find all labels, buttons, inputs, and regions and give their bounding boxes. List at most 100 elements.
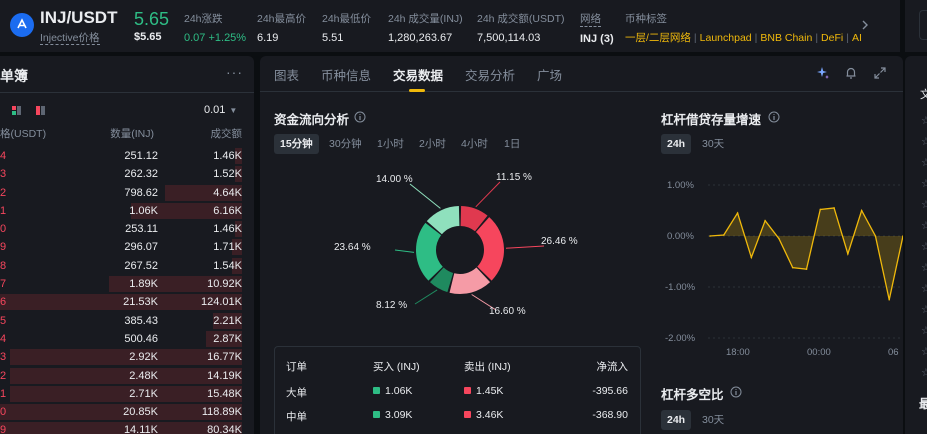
orderbook-mode-both-icon[interactable] [12,106,21,115]
stat-network[interactable]: 网络 INJ (3) [580,11,614,45]
data-point [819,208,822,211]
orderbook-row[interactable]: 8 267.52 1.54K [0,257,254,275]
orderbook-row[interactable]: 7 1.89K 10.92K [0,275,254,293]
orderbook-row[interactable]: 4 251.12 1.46K [0,147,254,165]
flow-header-buy: 买入 (INJ) [373,361,420,373]
tab-trading-data[interactable]: 交易数据 [393,65,443,84]
orderbook-header-qty: 数量(INJ) [110,128,154,140]
stat-24h-volume: 24h 成交量(INJ) 1,280,263.67 [388,13,463,44]
expand-icon[interactable] [873,66,887,80]
fund-flow-title: 资金流向分析 [274,113,350,127]
star-icon[interactable]: ☆ [921,303,927,316]
orderbook-row[interactable]: 0 20.85K 118.89K [0,403,254,421]
period-4h[interactable]: 4小时 [455,134,494,154]
orderbook-row[interactable]: 9 14.11K 80.34K [0,421,254,434]
orderbook-row[interactable]: 4 500.46 2.87K [0,330,254,348]
ask-price: 0 [0,223,7,236]
tab-coin-info[interactable]: 币种信息 [321,65,371,84]
period-15m[interactable]: 15分钟 [274,134,319,154]
margin-growth-line-chart: 1.00% 0.00% -1.00% -2.00% 18:00 00:00 06 [660,176,903,366]
more-options-icon[interactable]: ··· [226,64,243,80]
ask-total: 4.64K [213,186,242,199]
star-icon[interactable]: ☆ [921,345,927,358]
orderbook-row[interactable]: 1 2.71K 15.48K [0,385,254,403]
tab-trading-analysis[interactable]: 交易分析 [465,65,515,84]
tab-square[interactable]: 广场 [537,65,562,84]
star-icon[interactable]: ☆ [921,156,927,169]
orderbook-row[interactable]: 6 21.53K 124.01K [0,293,254,311]
data-point [833,207,835,209]
bell-icon[interactable] [844,66,858,80]
orderbook-row[interactable]: 2 798.62 4.64K [0,184,254,202]
pair-name[interactable]: INJ/USDT [40,8,117,28]
data-point [736,212,739,214]
ask-total: 2.21K [213,314,242,327]
right-search-box[interactable] [905,0,927,52]
donut-leader-line [505,245,545,249]
data-point [860,209,863,212]
series-area [710,207,903,300]
flow-row-sell: 3.46K [464,409,503,421]
period-30m[interactable]: 30分钟 [323,134,368,154]
margin-period-24h[interactable]: 24h [661,134,692,154]
tag-l1l2[interactable]: 一层/二层网络 [625,32,691,44]
ticker-header: INJ/USDT Injective价格 5.65 $5.65 24h涨跌 0.… [0,0,900,52]
star-icon[interactable]: ☆ [921,135,927,148]
tag-ai[interactable]: AI [852,32,862,44]
orderbook-mode-asks-icon[interactable] [36,106,45,115]
ask-qty: 2.48K [129,369,158,382]
ask-price: 4 [0,150,7,162]
star-icon[interactable]: ☆ [921,114,927,127]
latest-trades-strip: 最 [905,383,927,434]
orderbook-row[interactable]: 0 253.11 1.46K [0,220,254,238]
ask-price: 1 [0,204,7,217]
orderbook-row[interactable]: 1 1.06K 6.16K [0,202,254,220]
orderbook-header-total: 成交额 [210,128,243,140]
chevron-right-icon[interactable] [860,18,870,32]
star-icon[interactable]: ☆ [921,282,927,295]
data-point [847,253,849,255]
info-icon[interactable] [354,111,366,123]
tag-defi[interactable]: DeFi [821,32,843,44]
ask-total: 16.77K [207,351,242,364]
orderbook-row[interactable]: 3 262.32 1.52K [0,165,254,183]
y-tick-label: -2.00% [665,333,696,344]
tag-bnb-chain[interactable]: BNB Chain [760,32,812,44]
ai-sparkle-icon[interactable] [816,66,830,80]
flow-header-net: 净流入 [596,361,629,373]
orderbook-row[interactable]: 5 385.43 2.21K [0,312,254,330]
star-icon[interactable]: ☆ [921,177,927,190]
ask-price: 9 [0,241,7,254]
donut-leader-line [394,249,415,253]
ask-total: 124.01K [201,296,242,309]
info-icon[interactable] [768,111,780,123]
star-icon[interactable]: ☆ [921,261,927,274]
star-icon[interactable]: ☆ [921,198,927,211]
tag-launchpad[interactable]: Launchpad [700,32,752,44]
tab-chart[interactable]: 图表 [274,65,299,84]
star-icon[interactable]: ☆ [921,240,927,253]
ls-period-24h[interactable]: 24h [661,410,692,430]
period-1h[interactable]: 1小时 [371,134,410,154]
ask-qty: 1.89K [129,278,158,291]
info-icon[interactable] [730,386,742,398]
orderbook-row[interactable]: 3 2.92K 16.77K [0,348,254,366]
star-icon[interactable]: ☆ [921,219,927,232]
margin-period-30d[interactable]: 30天 [696,134,730,154]
star-icon[interactable]: ☆ [921,324,927,337]
star-icon[interactable]: ☆ [921,366,927,379]
last-price: 5.65 [134,9,170,29]
donut-slice[interactable] [475,217,504,281]
ask-price: 2 [0,186,7,199]
pair-subtitle[interactable]: Injective价格 [40,30,100,45]
ask-qty: 500.46 [124,332,158,345]
ls-period-30d[interactable]: 30天 [696,410,730,430]
tick-size-select[interactable]: 0.01 ▼ [204,104,237,116]
orderbook-row[interactable]: 2 2.48K 14.19K [0,367,254,385]
period-2h[interactable]: 2小时 [413,134,452,154]
fund-flow-donut-chart: 11.15 % 26.46 % 16.60 % 8.12 % 23.64 % 1… [320,168,620,328]
donut-label-3: 8.12 % [376,300,408,311]
orderbook-header-price: 格(USDT) [0,128,47,140]
period-1d[interactable]: 1日 [498,134,526,154]
orderbook-row[interactable]: 9 296.07 1.71K [0,238,254,256]
